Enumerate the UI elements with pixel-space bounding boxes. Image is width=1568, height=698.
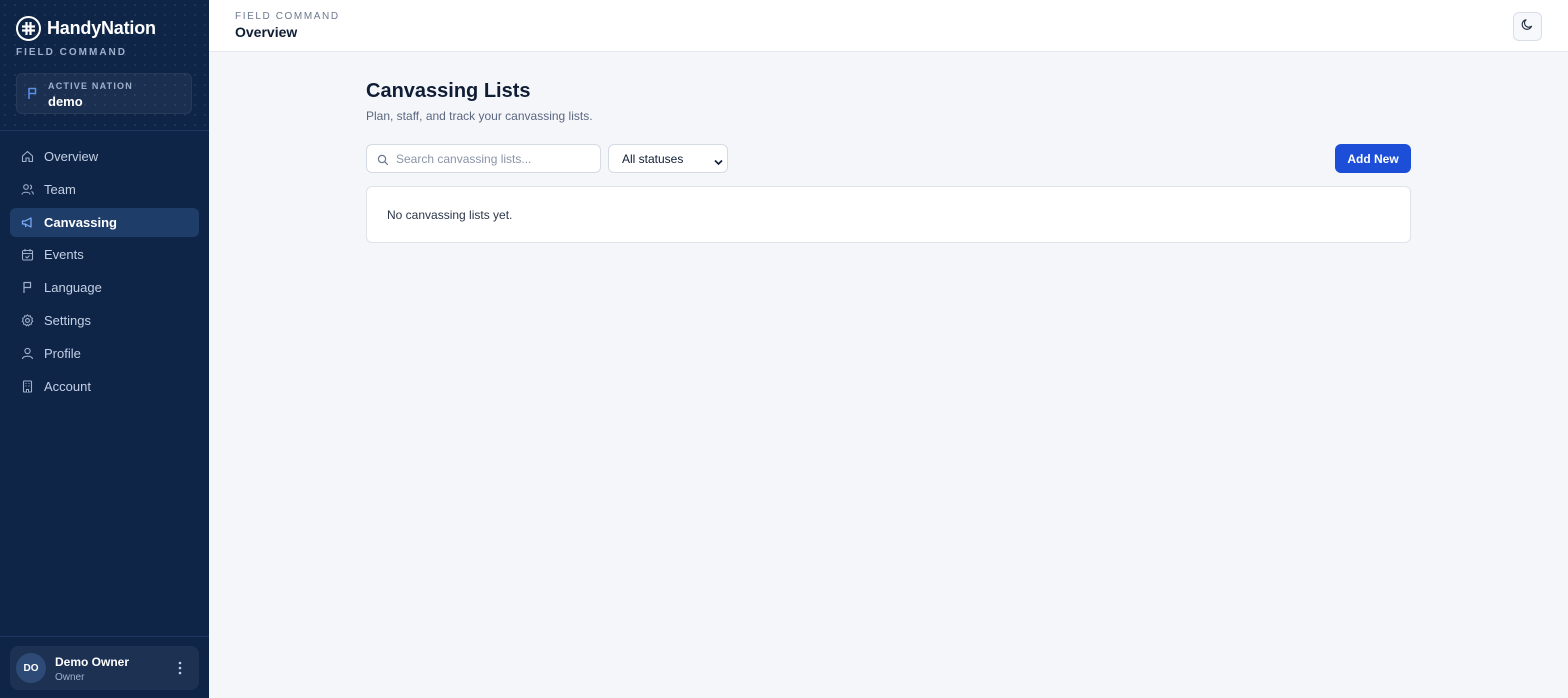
flag-icon: [21, 281, 34, 294]
user-section: DO Demo Owner Owner: [0, 636, 209, 698]
megaphone-icon: [21, 216, 34, 229]
empty-state-message: No canvassing lists yet.: [387, 208, 513, 222]
sidebar-item-label: Account: [44, 378, 91, 394]
status-filter-value: All statuses: [622, 151, 684, 166]
sidebar-item-profile[interactable]: Profile: [10, 339, 199, 368]
page-title: Canvassing Lists: [366, 80, 531, 102]
sidebar-item-label: Canvassing: [44, 214, 117, 230]
active-nation-card[interactable]: ACTIVE NATION demo: [16, 73, 192, 114]
building-icon: [21, 380, 34, 393]
add-new-button[interactable]: Add New: [1335, 144, 1411, 173]
more-options-icon[interactable]: [173, 659, 187, 677]
active-nation-value: demo: [48, 94, 83, 109]
sidebar: HandyNation FIELD COMMAND ACTIVE NATION …: [0, 0, 209, 698]
avatar: DO: [16, 653, 46, 683]
sidebar-item-canvassing[interactable]: Canvassing: [10, 207, 199, 237]
status-filter-select[interactable]: All statuses: [608, 144, 728, 173]
user-role: Owner: [55, 672, 85, 683]
brand-logo-icon: [16, 16, 41, 41]
home-icon: [21, 150, 34, 163]
user-name: Demo Owner: [55, 655, 130, 669]
sidebar-item-label: Team: [44, 181, 76, 197]
brand[interactable]: HandyNation: [16, 16, 156, 41]
search-box: [366, 144, 601, 173]
sidebar-item-language[interactable]: Language: [10, 273, 199, 302]
sidebar-item-account[interactable]: Account: [10, 372, 199, 401]
theme-toggle-button[interactable]: [1513, 12, 1542, 41]
user-card[interactable]: DO Demo Owner Owner: [10, 646, 199, 690]
moon-icon: [1521, 18, 1534, 36]
sidebar-nav: Overview Team Canvassing Events Language: [10, 142, 199, 404]
search-icon: [377, 153, 389, 171]
flag-icon: [27, 87, 38, 105]
calendar-icon: [21, 248, 34, 261]
sidebar-item-label: Profile: [44, 345, 81, 361]
sidebar-item-overview[interactable]: Overview: [10, 142, 199, 171]
users-icon: [21, 183, 34, 196]
sidebar-item-label: Events: [44, 247, 84, 263]
sidebar-item-label: Language: [44, 280, 102, 296]
sidebar-item-events[interactable]: Events: [10, 240, 199, 269]
sidebar-item-team[interactable]: Team: [10, 175, 199, 204]
sidebar-item-settings[interactable]: Settings: [10, 306, 199, 335]
brand-name: HandyNation: [47, 18, 156, 38]
brand-subtitle: FIELD COMMAND: [16, 47, 127, 58]
header-kicker: FIELD COMMAND: [235, 11, 340, 22]
sidebar-item-label: Overview: [44, 149, 99, 164]
user-icon: [21, 347, 34, 360]
top-bar: FIELD COMMAND Overview: [209, 0, 1568, 52]
active-nation-label: ACTIVE NATION: [48, 81, 133, 91]
page-subtitle: Plan, staff, and track your canvassing l…: [366, 109, 593, 123]
gear-icon: [21, 314, 34, 327]
chevron-down-icon: [714, 155, 723, 169]
sidebar-item-label: Settings: [44, 312, 91, 328]
header-title: Overview: [235, 24, 298, 40]
sidebar-header: HandyNation FIELD COMMAND ACTIVE NATION …: [0, 0, 209, 131]
empty-state-card: No canvassing lists yet.: [366, 186, 1411, 243]
search-input[interactable]: [396, 145, 596, 172]
